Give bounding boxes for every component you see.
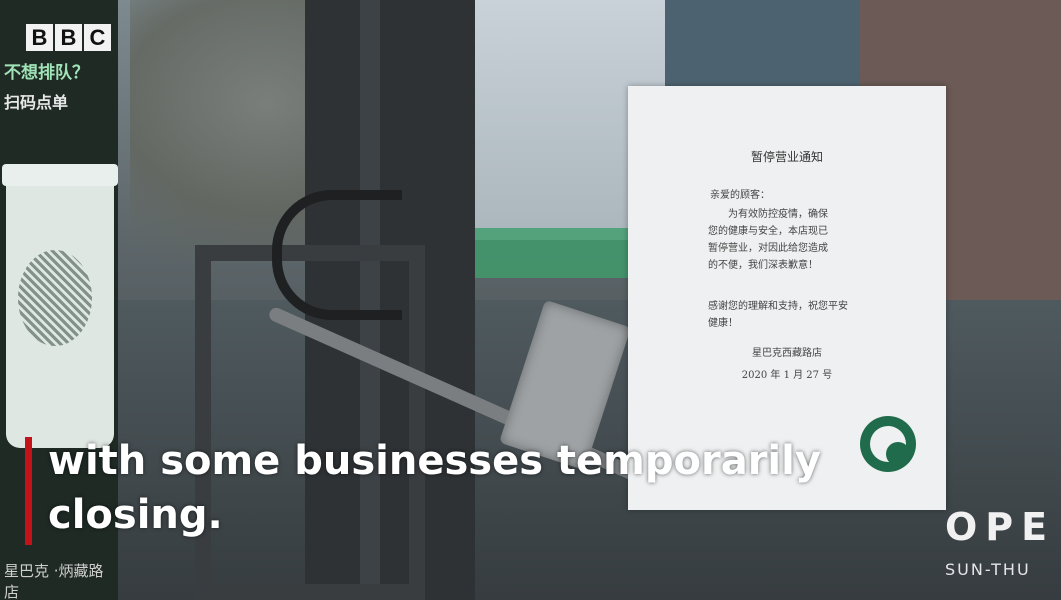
bbc-letter: B <box>55 24 82 51</box>
notice-greeting: 亲爱的顾客： <box>710 190 770 201</box>
notice-store: 星巴克西藏路店 <box>752 348 822 359</box>
qr-code-icon <box>18 250 92 346</box>
cup-lid <box>2 164 118 186</box>
subtitle-caption: with some businesses temporarily closing… <box>48 434 821 542</box>
starbucks-logo-icon <box>860 416 916 472</box>
open-sign: OPE <box>945 505 1056 549</box>
poster-heading: 不想排队？ 扫码点单 <box>4 62 112 140</box>
caption-accent-bar <box>25 437 32 545</box>
cup-illustration <box>2 164 118 448</box>
notice-body: 为有效防控疫情，确保您的健康与安全，本店现已暂停营业，对因此给您造成的不便，我们… <box>708 209 828 271</box>
poster-cta: 不想排队？ <box>4 63 89 83</box>
video-frame: 不想排队？ 扫码点单 星巴克 ·炳藏路店 暂停营业通知 亲爱的顾客： 为有效防控… <box>0 0 1061 600</box>
bbc-letter: C <box>84 24 111 51</box>
bbc-logo: B B C <box>26 24 111 51</box>
notice-date: 2020 年 1 月 27 号 <box>741 370 833 381</box>
hours-sign: SUN-THU <box>945 560 1031 579</box>
poster-sub: 扫码点单 <box>4 93 69 112</box>
notice-title: 暂停营业通知 <box>750 150 823 164</box>
green-sign-reflection <box>475 228 635 278</box>
bbc-letter: B <box>26 24 53 51</box>
poster-footer: 星巴克 ·炳藏路店 <box>4 562 104 600</box>
notice-thanks: 感谢您的理解和支持，祝您平安健康！ <box>708 301 848 329</box>
caption-line-2: closing. <box>48 492 223 538</box>
lock-shackle <box>272 190 402 320</box>
caption-line-1: with some businesses temporarily <box>48 438 821 484</box>
